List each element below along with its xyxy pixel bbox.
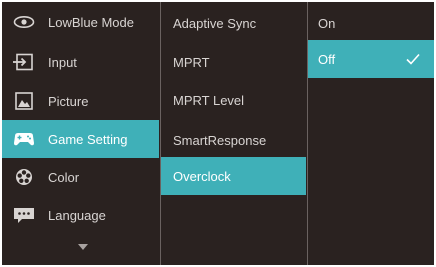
menu-item-label: Language bbox=[48, 207, 106, 223]
osd-menu: LowBlue Mode Input Picture Game Setting bbox=[0, 0, 436, 267]
submenu-item-mprt-level[interactable]: MPRT Level bbox=[161, 81, 306, 119]
submenu-item-label: Overclock bbox=[173, 168, 231, 184]
option-on[interactable]: On bbox=[308, 4, 436, 42]
menu-item-label: Picture bbox=[48, 93, 89, 109]
input-icon bbox=[12, 53, 36, 71]
option-off[interactable]: Off bbox=[308, 40, 436, 78]
menu-item-label: LowBlue Mode bbox=[48, 14, 134, 30]
game-setting-submenu: Adaptive Sync MPRT MPRT Level SmartRespo… bbox=[160, 0, 306, 267]
submenu-item-smartresponse[interactable]: SmartResponse bbox=[161, 121, 306, 159]
color-wheel-icon bbox=[12, 168, 36, 186]
option-label: Off bbox=[318, 51, 336, 67]
scroll-down-arrow-icon[interactable] bbox=[78, 244, 88, 250]
submenu-item-label: MPRT Level bbox=[173, 92, 245, 108]
option-label: On bbox=[318, 15, 336, 31]
submenu-item-label: Adaptive Sync bbox=[173, 15, 257, 31]
main-menu: LowBlue Mode Input Picture Game Setting bbox=[0, 0, 159, 267]
picture-icon bbox=[12, 92, 36, 110]
speech-bubble-icon bbox=[12, 206, 36, 224]
eye-icon bbox=[12, 13, 36, 31]
menu-item-lowblue-mode[interactable]: LowBlue Mode bbox=[0, 3, 159, 41]
checkmark-icon bbox=[406, 53, 420, 65]
submenu-item-mprt[interactable]: MPRT bbox=[161, 43, 306, 81]
submenu-item-label: SmartResponse bbox=[173, 132, 267, 148]
submenu-item-adaptive-sync[interactable]: Adaptive Sync bbox=[161, 4, 306, 42]
menu-item-game-setting[interactable]: Game Setting bbox=[0, 120, 159, 158]
menu-item-label: Game Setting bbox=[48, 131, 128, 147]
submenu-item-label: MPRT bbox=[173, 54, 210, 70]
menu-item-label: Color bbox=[48, 169, 80, 185]
menu-item-label: Input bbox=[48, 54, 77, 70]
menu-item-input[interactable]: Input bbox=[0, 43, 159, 81]
menu-item-language[interactable]: Language bbox=[0, 196, 159, 234]
menu-item-color[interactable]: Color bbox=[0, 158, 159, 196]
submenu-item-overclock[interactable]: Overclock bbox=[161, 157, 306, 195]
menu-item-picture[interactable]: Picture bbox=[0, 82, 159, 120]
overclock-options: On Off bbox=[307, 0, 436, 267]
gamepad-icon bbox=[12, 130, 36, 148]
